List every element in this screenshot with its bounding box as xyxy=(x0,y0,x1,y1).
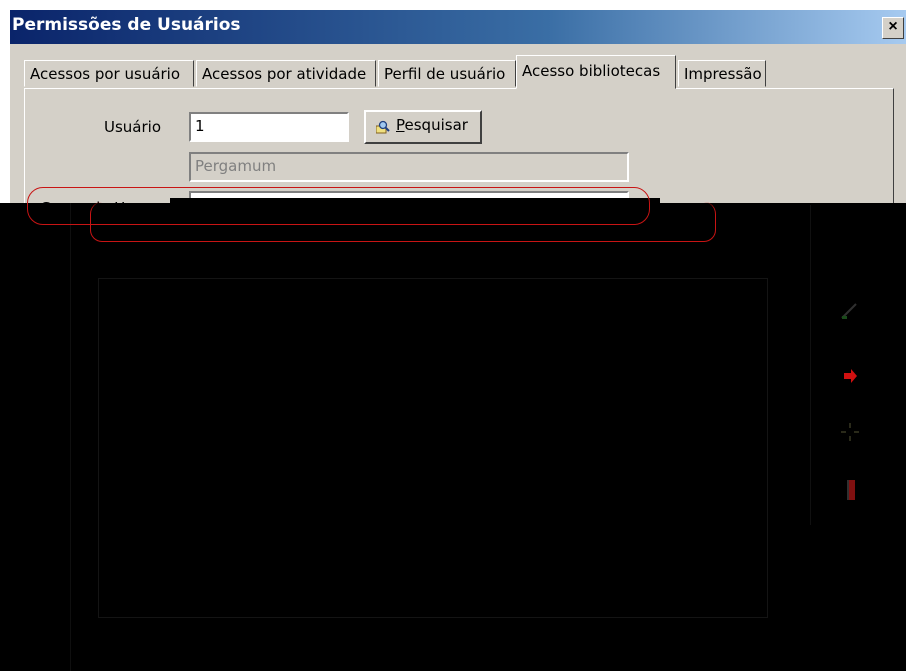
window-title: Permissões de Usuários xyxy=(12,15,241,35)
sparkle-icon[interactable] xyxy=(838,420,862,444)
search-button[interactable]: Pesquisar xyxy=(364,110,482,144)
tab-acessos-por-atividade[interactable]: Acessos por atividade xyxy=(196,60,376,87)
tab-impressao[interactable]: Impressão xyxy=(678,60,766,87)
divider xyxy=(70,203,71,671)
annotation-highlight-inner xyxy=(90,202,716,242)
search-button-label: Pesquisar xyxy=(396,116,468,134)
nome-usuario-field: Pergamum xyxy=(189,152,629,182)
magnifier-icon xyxy=(376,120,390,134)
title-bar: Permissões de Usuários × xyxy=(10,10,906,44)
list-frame xyxy=(98,278,768,618)
tab-label: Acessos por atividade xyxy=(202,65,367,83)
tab-label: Acessos por usuário xyxy=(30,65,181,83)
tab-label: Acesso bibliotecas xyxy=(522,62,661,80)
pencil-icon[interactable] xyxy=(838,298,862,322)
tab-perfil-de-usuario[interactable]: Perfil de usuário xyxy=(378,60,516,87)
close-icon: × xyxy=(888,18,898,35)
usuario-input[interactable]: 1 xyxy=(189,112,349,142)
tab-acesso-bibliotecas[interactable]: Acesso bibliotecas xyxy=(516,55,676,89)
tab-label: Impressão xyxy=(684,65,762,83)
red-arrow-icon[interactable] xyxy=(838,364,862,388)
tab-acessos-por-usuario[interactable]: Acessos por usuário xyxy=(24,60,194,87)
tab-label: Perfil de usuário xyxy=(384,65,506,83)
usuario-label: Usuário xyxy=(104,118,162,136)
book-icon[interactable] xyxy=(838,478,862,502)
close-button[interactable]: × xyxy=(882,17,904,39)
